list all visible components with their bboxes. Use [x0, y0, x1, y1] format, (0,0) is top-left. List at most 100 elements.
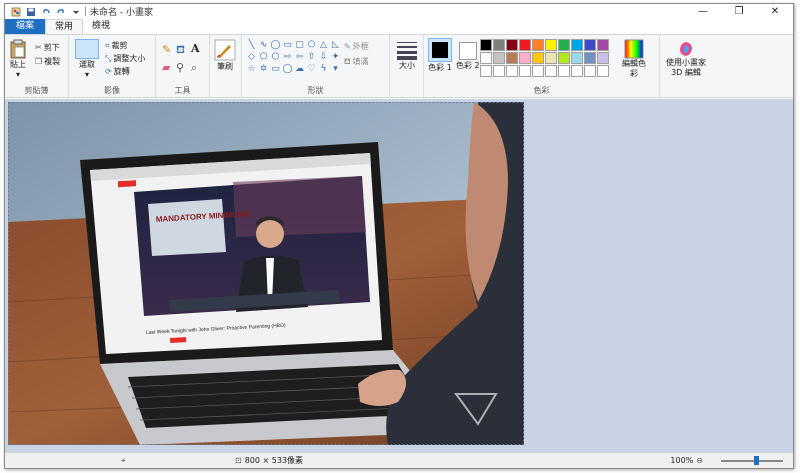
palette-swatch[interactable] [597, 65, 609, 77]
oval-callout-shape-icon[interactable]: ◯ [282, 64, 293, 75]
zoom-slider[interactable] [721, 460, 783, 462]
color1-button[interactable]: 色彩 1 [428, 38, 452, 73]
redo-icon[interactable] [56, 7, 66, 17]
oval-shape-icon[interactable]: ◯ [270, 40, 281, 51]
size-button[interactable]: 大小 [396, 40, 418, 71]
magnifier-icon[interactable]: ⌕ [191, 61, 197, 75]
palette-swatch[interactable] [493, 65, 505, 77]
tab-home[interactable]: 常用 [45, 19, 84, 34]
cut-button[interactable]: ✂ 剪下 [35, 42, 60, 53]
cloud-callout-shape-icon[interactable]: ☁ [294, 64, 305, 75]
rotate-button[interactable]: ⟳ 旋轉 [105, 66, 130, 77]
copy-button[interactable]: ❐ 複製 [35, 56, 60, 67]
palette-swatch[interactable] [545, 39, 557, 51]
heart-shape-icon[interactable]: ♡ [306, 64, 317, 75]
six-point-star-shape-icon[interactable]: ✡ [258, 64, 269, 75]
palette-swatch[interactable] [493, 39, 505, 51]
select-button[interactable]: 選取 ▾ [75, 39, 99, 79]
palette-swatch[interactable] [545, 52, 557, 64]
pencil-icon[interactable]: ✎ [162, 43, 171, 56]
palette-swatch[interactable] [532, 52, 544, 64]
left-arrow-shape-icon[interactable]: ⇦ [294, 52, 305, 63]
polygon-shape-icon[interactable]: ⬠ [306, 40, 317, 51]
text-tool-icon[interactable]: A [191, 42, 200, 55]
edit-with-paint3d-button[interactable]: 使用小畫家 3D 編輯 [660, 40, 712, 78]
canvas-image[interactable]: MANDATORY MINIMUMS Last Week Tonight wit… [8, 102, 524, 445]
save-icon[interactable] [26, 7, 36, 17]
brushes-button[interactable]: 筆刷 [214, 39, 236, 72]
palette-swatch[interactable] [558, 39, 570, 51]
shapes-more-icon[interactable]: ▾ [330, 64, 341, 75]
palette-swatch[interactable] [519, 52, 531, 64]
color2-button[interactable]: 色彩 2 [456, 42, 480, 71]
tab-file[interactable]: 檔案 [5, 19, 46, 34]
fill-button[interactable]: ⛾ 填滿 [344, 56, 369, 67]
crop-button[interactable]: ⌗ 裁剪 [105, 40, 128, 51]
rounded-callout-shape-icon[interactable]: ▭ [270, 64, 281, 75]
palette-swatch[interactable] [584, 65, 596, 77]
triangle-shape-icon[interactable]: △ [318, 40, 329, 51]
paint3d-group[interactable]: 使用小畫家 3D 編輯 [660, 35, 712, 98]
palette-swatch[interactable] [532, 39, 544, 51]
color-picker-icon[interactable]: ⚲ [176, 61, 184, 74]
palette-swatch[interactable] [480, 65, 492, 77]
color2-swatch [458, 42, 477, 60]
customize-quick-access-icon[interactable] [71, 7, 81, 17]
palette-swatch[interactable] [584, 52, 596, 64]
palette-swatch[interactable] [480, 39, 492, 51]
size-group[interactable]: 大小 [390, 35, 424, 98]
four-point-star-shape-icon[interactable]: ✦ [330, 52, 341, 63]
palette-swatch[interactable] [584, 39, 596, 51]
brushes-group[interactable]: 筆刷 [210, 35, 242, 98]
line-shape-icon[interactable]: ╲ [246, 40, 257, 51]
palette-swatch[interactable] [571, 52, 583, 64]
palette-swatch[interactable] [480, 52, 492, 64]
maximize-button[interactable]: ❐ [721, 4, 757, 19]
palette-swatch[interactable] [571, 39, 583, 51]
shapes-gallery[interactable]: ╲ ∿ ◯ ▭ ▢ ⬠ △ ◺ ◇ ⬠ ⬡ ⇨ ⇦ ⇧ ⇩ ✦ ☆ ✡ ▭ ◯ [246, 40, 341, 75]
tab-view[interactable]: 檢視 [83, 19, 119, 34]
outline-button[interactable]: ✎ 外框 [344, 41, 369, 52]
resize-button[interactable]: ⤡ 調整大小 [105, 53, 145, 64]
canvas-area[interactable]: MANDATORY MINIMUMS Last Week Tonight wit… [5, 99, 793, 453]
palette-swatch[interactable] [558, 52, 570, 64]
edit-colors-button[interactable]: 編輯色彩 [622, 39, 646, 79]
palette-swatch[interactable] [597, 39, 609, 51]
paste-button[interactable]: 貼上 ▾ [9, 39, 27, 79]
palette-swatch[interactable] [519, 65, 531, 77]
zoom-slider-thumb[interactable] [754, 456, 759, 465]
pentagon-shape-icon[interactable]: ⬠ [258, 52, 269, 63]
undo-icon[interactable] [41, 7, 51, 17]
rounded-rectangle-shape-icon[interactable]: ▢ [294, 40, 305, 51]
dimensions-text: 800 × 533像素 [244, 456, 304, 465]
palette-swatch[interactable] [506, 52, 518, 64]
up-arrow-shape-icon[interactable]: ⇧ [306, 52, 317, 63]
colors-group: 色彩 1 色彩 2 編輯色彩 色彩 [424, 35, 660, 98]
palette-swatch[interactable] [558, 65, 570, 77]
hexagon-shape-icon[interactable]: ⬡ [270, 52, 281, 63]
palette-swatch[interactable] [519, 39, 531, 51]
fill-bucket-icon[interactable]: ⛾ [176, 43, 185, 58]
dimensions-icon: ⊡ [235, 456, 242, 465]
five-point-star-shape-icon[interactable]: ☆ [246, 64, 257, 75]
palette-swatch[interactable] [597, 52, 609, 64]
color1-swatch [428, 38, 452, 62]
palette-swatch[interactable] [506, 39, 518, 51]
color-palette[interactable] [480, 39, 609, 77]
zoom-out-icon[interactable]: ⊖ [696, 456, 703, 465]
minimize-button[interactable]: — [685, 4, 721, 19]
palette-swatch[interactable] [571, 65, 583, 77]
palette-swatch[interactable] [506, 65, 518, 77]
down-arrow-shape-icon[interactable]: ⇩ [318, 52, 329, 63]
rectangle-shape-icon[interactable]: ▭ [282, 40, 293, 51]
palette-swatch[interactable] [545, 65, 557, 77]
close-button[interactable]: ✕ [757, 4, 793, 19]
palette-swatch[interactable] [493, 52, 505, 64]
palette-swatch[interactable] [532, 65, 544, 77]
eraser-icon[interactable]: ▰ [162, 61, 170, 74]
right-arrow-shape-icon[interactable]: ⇨ [282, 52, 293, 63]
diamond-shape-icon[interactable]: ◇ [246, 52, 257, 63]
lightning-shape-icon[interactable]: ϟ [318, 64, 329, 75]
right-triangle-shape-icon[interactable]: ◺ [330, 40, 341, 51]
curve-shape-icon[interactable]: ∿ [258, 40, 269, 51]
